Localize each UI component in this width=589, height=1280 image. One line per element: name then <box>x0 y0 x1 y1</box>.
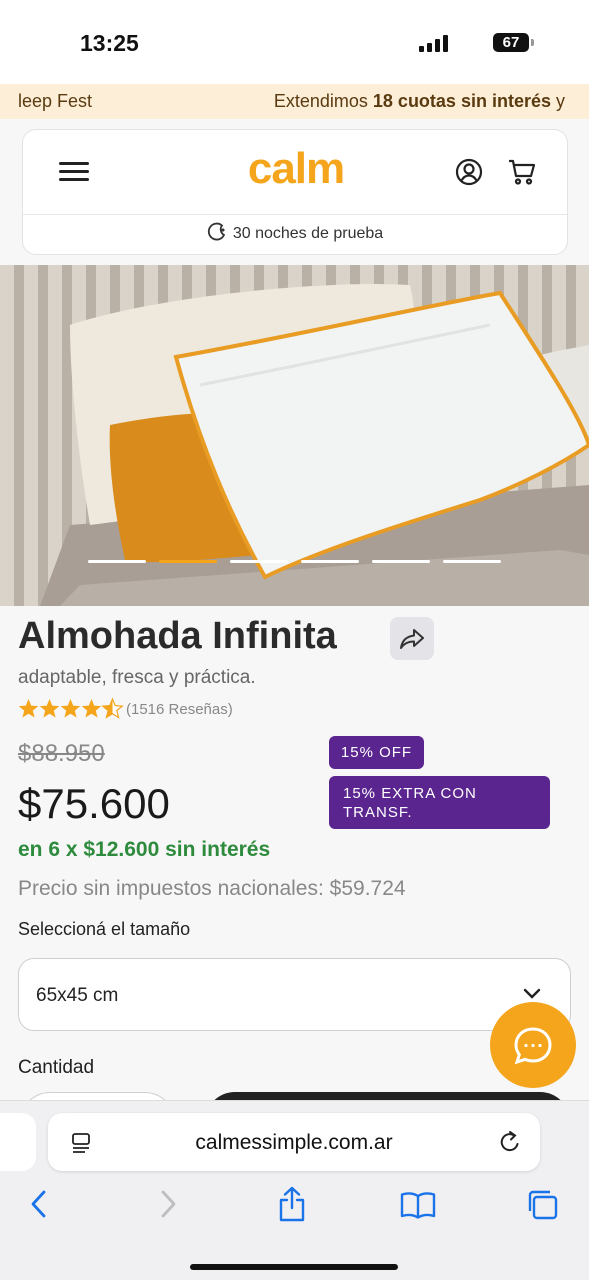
trial-text: 30 noches de prueba <box>232 225 384 242</box>
promo-left-text: leep Fest <box>18 91 93 111</box>
gallery-dot-active[interactable] <box>159 560 217 563</box>
logo: calm <box>23 144 569 194</box>
site-header: calm 30 noches de prueba <box>22 129 568 255</box>
product-title: Almohada Infinita <box>18 615 337 657</box>
previous-tab[interactable] <box>0 1113 36 1171</box>
size-value: 65x45 cm <box>36 985 119 1006</box>
gallery-dot[interactable] <box>301 560 359 563</box>
pillow-illustration <box>40 284 589 606</box>
promo-right-text: Extendimos 18 cuotas sin interés y <box>274 91 565 112</box>
moon-icon <box>207 222 226 241</box>
share-icon <box>400 629 424 649</box>
status-bar: 13:25 67 <box>0 0 589 84</box>
gallery-dot[interactable] <box>443 560 501 563</box>
installments-text: en 6 x $12.600 sin interés <box>18 838 271 861</box>
trial-banner[interactable]: 30 noches de prueba <box>23 222 567 243</box>
logo-text[interactable]: calm <box>248 144 345 193</box>
rating-stars[interactable]: (1516 Reseñas) <box>18 697 233 721</box>
header-divider <box>23 214 567 215</box>
url-text: calmessimple.com.ar <box>195 1131 393 1154</box>
forward-icon[interactable] <box>157 1189 179 1219</box>
star-icons <box>18 698 123 719</box>
chevron-down-icon <box>523 988 541 999</box>
old-price: $88.950 <box>18 740 105 767</box>
share-button[interactable] <box>390 617 434 660</box>
current-price: $75.600 <box>18 780 170 827</box>
gallery-dot[interactable] <box>230 560 288 563</box>
quantity-label: Cantidad <box>18 1057 95 1078</box>
user-icon[interactable] <box>455 158 483 186</box>
promo-banner[interactable]: leep Fest Extendimos 18 cuotas sin inter… <box>0 84 589 119</box>
transfer-badge: 15% EXTRA CON TRANSF. <box>329 776 550 829</box>
status-time: 13:25 <box>80 30 139 56</box>
reload-icon[interactable] <box>498 1129 522 1155</box>
tax-note: Precio sin impuestos nacionales: $59.724 <box>18 877 406 900</box>
promo-suffix: y <box>550 91 565 111</box>
product-image[interactable] <box>0 265 589 606</box>
gallery-dots <box>0 560 589 564</box>
promo-bold: 18 cuotas sin interés <box>372 91 551 111</box>
product-subtitle: adaptable, fresca y práctica. <box>18 667 256 688</box>
battery-icon: 67 <box>493 33 534 52</box>
discount-badge: 15% OFF <box>329 736 424 769</box>
size-label: Seleccioná el tamaño <box>18 919 191 939</box>
back-icon[interactable] <box>28 1189 50 1219</box>
browser-toolbar: calmessimple.com.ar <box>0 1100 589 1280</box>
reviews-count[interactable]: (1516 Reseñas) <box>126 701 233 718</box>
signal-icon <box>419 34 448 52</box>
chat-icon <box>514 1027 552 1065</box>
tabs-icon[interactable] <box>526 1189 560 1221</box>
chat-button[interactable] <box>490 1002 576 1088</box>
share-sheet-icon[interactable] <box>276 1185 308 1223</box>
gallery-dot[interactable] <box>88 560 146 563</box>
size-select[interactable]: 65x45 cm <box>18 958 571 1031</box>
bookmarks-icon[interactable] <box>400 1191 436 1219</box>
url-bar[interactable]: calmessimple.com.ar <box>48 1113 540 1171</box>
cart-icon[interactable] <box>507 158 537 186</box>
promo-prefix: Extendimos <box>273 91 373 111</box>
hamburger-icon[interactable] <box>59 162 89 184</box>
gallery-dot[interactable] <box>372 560 430 563</box>
home-indicator <box>190 1264 398 1270</box>
